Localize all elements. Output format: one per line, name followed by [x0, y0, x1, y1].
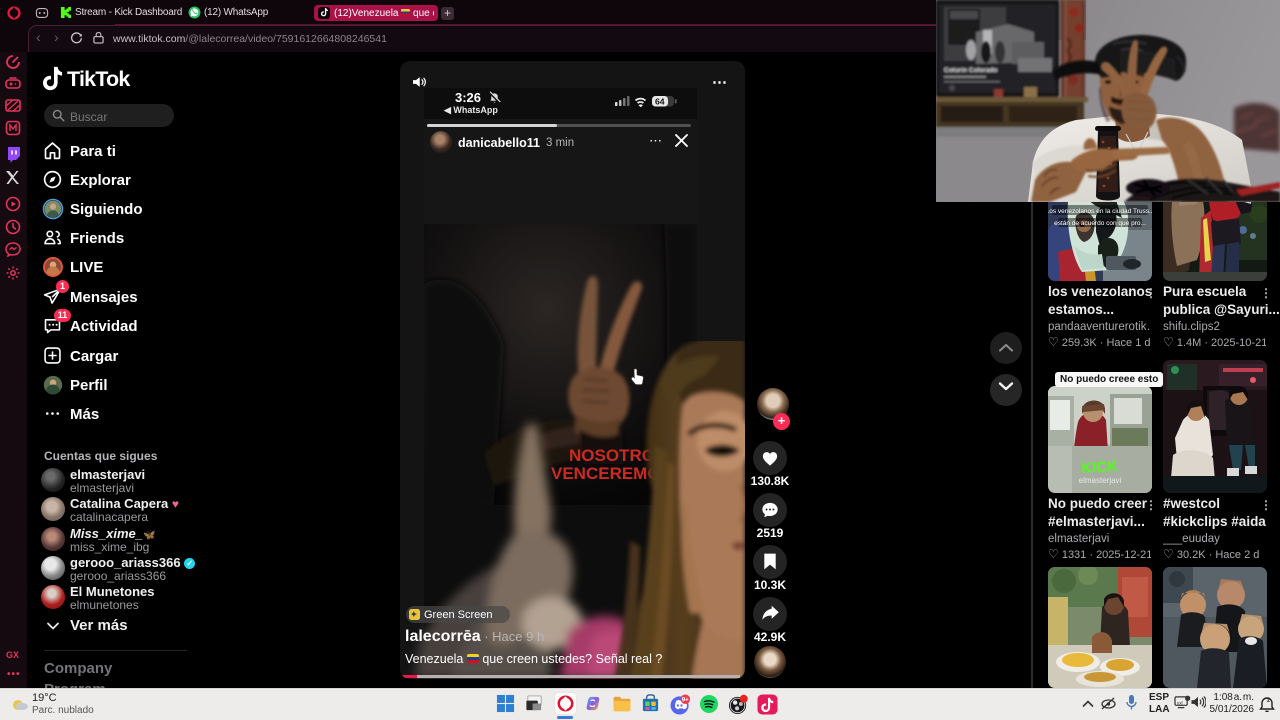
svg-text:9+: 9+	[682, 696, 689, 703]
svg-text:z: z	[1267, 698, 1270, 704]
svg-text:KICK: KICK	[1081, 458, 1119, 478]
svg-text:elmasterjavi: elmasterjavi	[1079, 476, 1122, 485]
svg-text:xxl: xxl	[1177, 700, 1183, 705]
svg-text:Los venezolanos en la ciudad T: Los venezolanos en la ciudad Truss...	[1048, 208, 1152, 215]
svg-text:Coturin Colorado: Coturin Colorado	[944, 67, 997, 74]
svg-text:están de acuerdo con que pro..: están de acuerdo con que pro...	[1054, 220, 1146, 227]
svg-text:64: 64	[655, 97, 665, 107]
